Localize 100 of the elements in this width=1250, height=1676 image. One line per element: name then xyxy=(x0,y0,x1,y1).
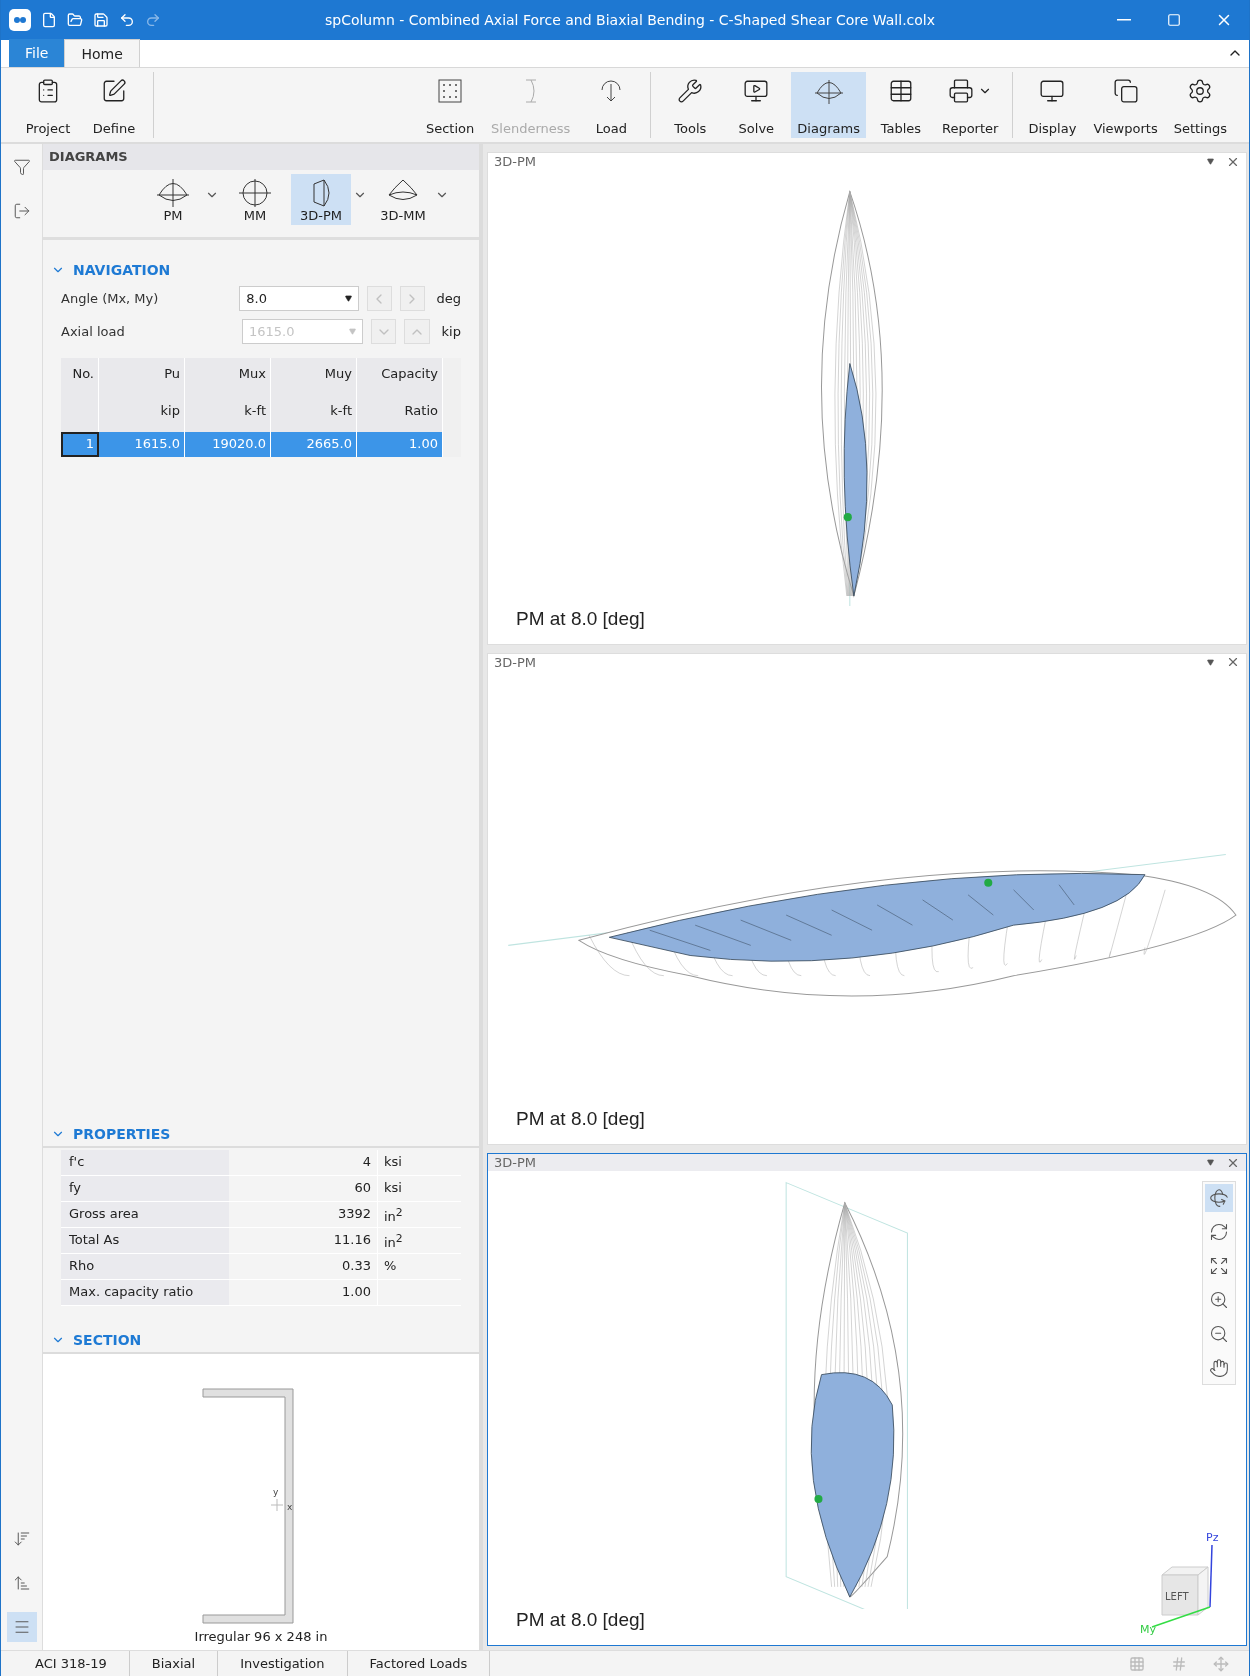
wrench-icon xyxy=(677,78,704,104)
ribbon-button[interactable]: Tools xyxy=(659,72,722,138)
column-header: No. xyxy=(61,358,99,395)
diagram-type-button[interactable]: PM xyxy=(143,174,203,225)
play-window-icon xyxy=(743,78,770,104)
navigation-cube-drawing[interactable]: LEFT Pz My xyxy=(1140,1515,1236,1635)
minimize-icon xyxy=(1117,19,1131,21)
ribbon-tab[interactable]: Home xyxy=(64,39,140,67)
property-value: 60 xyxy=(229,1176,377,1202)
column-header: Capacity xyxy=(357,358,443,395)
zoom-in-icon xyxy=(1209,1290,1229,1311)
column-unit: Ratio xyxy=(357,395,443,432)
diagram-type-button[interactable]: 3D-PM xyxy=(291,174,351,225)
ribbon-button[interactable]: Viewports xyxy=(1087,72,1164,138)
diagram-caption: PM at 8.0 [deg] xyxy=(516,1609,645,1631)
monitor-icon xyxy=(1039,78,1066,104)
column-unit: kip xyxy=(99,395,185,432)
interaction-diagram-icon xyxy=(813,78,844,104)
ribbon-button[interactable]: Display xyxy=(1021,72,1084,138)
zoom-fit-icon xyxy=(1209,1256,1229,1277)
property-value: 3392 xyxy=(229,1202,377,1228)
viewport-title: 3D-PM xyxy=(494,654,538,670)
property-name: fy xyxy=(61,1176,229,1202)
unit-label: deg xyxy=(436,291,461,306)
section-header[interactable]: NAVIGATION xyxy=(43,258,179,282)
property-name: Max. capacity ratio xyxy=(61,1280,229,1306)
property-unit: ksi xyxy=(377,1176,461,1202)
property-name: Rho xyxy=(61,1254,229,1280)
property-name: Gross area xyxy=(61,1202,229,1228)
dropdown-icon[interactable] xyxy=(1207,658,1214,666)
column-header: Muy xyxy=(271,358,357,395)
property-value: 11.16 xyxy=(229,1228,377,1254)
status-item: ACI 318-19 xyxy=(13,1650,130,1676)
view-tool-button[interactable] xyxy=(1205,1184,1233,1213)
diagram-type-button[interactable]: MM xyxy=(225,174,285,225)
window-title: spColumn - Combined Axial Force and Biaxial Bending - C-Shaped Shear Core Wall.colx xyxy=(323,12,937,28)
orbit-icon xyxy=(1209,1188,1229,1209)
dropdown-field[interactable]: 8.0 xyxy=(239,286,359,311)
dropdown-icon[interactable] xyxy=(1207,1159,1214,1167)
pm-diagram-icon xyxy=(156,178,190,208)
save-icon[interactable] xyxy=(93,12,109,28)
field-label: Angle (Mx, My) xyxy=(61,291,160,306)
ribbon-button[interactable]: Define xyxy=(83,72,145,138)
field-label: Axial load xyxy=(61,324,126,339)
dotted-square-icon xyxy=(437,78,464,104)
windows-icon xyxy=(1112,78,1139,104)
property-value: 1.00 xyxy=(229,1280,377,1306)
header-cell xyxy=(61,395,99,432)
new-file-icon[interactable] xyxy=(41,12,57,28)
export-icon xyxy=(12,202,31,220)
ribbon-button[interactable]: Load xyxy=(580,72,643,138)
ribbon-button[interactable]: Project xyxy=(17,72,79,138)
file-menu-tab[interactable]: File xyxy=(9,39,65,67)
sort-down-icon xyxy=(12,1530,31,1548)
dropdown-arrow-icon xyxy=(344,295,352,302)
ribbon-button[interactable]: Section xyxy=(419,72,482,138)
open-folder-icon[interactable] xyxy=(67,12,83,28)
ribbon-button[interactable]: Diagrams xyxy=(791,72,866,138)
column-header: Mux xyxy=(185,358,271,395)
pen-icon xyxy=(101,78,127,104)
undo-icon[interactable] xyxy=(119,12,135,28)
property-value: 0.33 xyxy=(229,1254,377,1280)
property-unit: in$^{2}$ xyxy=(377,1228,461,1254)
filter-icon xyxy=(12,158,31,176)
diagram-caption: PM at 8.0 [deg] xyxy=(516,607,645,630)
unit-label: kip xyxy=(441,324,461,339)
menu-button[interactable] xyxy=(6,1612,37,1642)
column-unit: k-ft xyxy=(185,395,271,432)
property-unit: in$^{2}$ xyxy=(377,1202,461,1228)
property-unit: ksi xyxy=(377,1150,461,1176)
menu-icon xyxy=(12,1618,31,1636)
dropdown-arrow-icon xyxy=(348,328,356,335)
diagram-caption: PM at 8.0 [deg] xyxy=(516,1108,645,1131)
status-item: Biaxial xyxy=(129,1650,219,1676)
ribbon-button[interactable]: Reporter xyxy=(935,72,1005,138)
column-header: Pu xyxy=(99,358,185,395)
ribbon-button[interactable]: Solve xyxy=(725,72,788,138)
status-item: Investigation xyxy=(218,1650,348,1676)
maximize-icon xyxy=(1167,13,1181,27)
section-caption: Irregular 96 x 248 in xyxy=(194,1629,328,1644)
viewport-title: 3D-PM xyxy=(494,154,538,170)
property-unit: % xyxy=(377,1254,461,1280)
dropdown-icon[interactable] xyxy=(1207,158,1214,166)
panel-title: DIAGRAMS xyxy=(43,144,479,170)
printer-icon xyxy=(948,78,975,104)
crosshair-circle-icon xyxy=(238,178,272,208)
status-item: Factored Loads xyxy=(347,1650,491,1676)
viewport-title: 3D-PM xyxy=(494,1155,538,1171)
ribbon-button[interactable]: Tables xyxy=(869,72,932,138)
column-unit: k-ft xyxy=(271,395,357,432)
property-name: Total As xyxy=(61,1228,229,1254)
diagram-type-button[interactable]: 3D-MM xyxy=(373,174,433,225)
section-header[interactable]: PROPERTIES xyxy=(43,1122,179,1146)
ribbon-button[interactable]: Settings xyxy=(1167,72,1233,138)
sort-up-icon xyxy=(12,1574,31,1592)
property-value: 4 xyxy=(229,1150,377,1176)
app-logo xyxy=(9,9,31,31)
zoom-out-icon xyxy=(1209,1324,1229,1345)
section-header[interactable]: SECTION xyxy=(43,1328,150,1352)
rotate-icon xyxy=(1209,1222,1229,1243)
